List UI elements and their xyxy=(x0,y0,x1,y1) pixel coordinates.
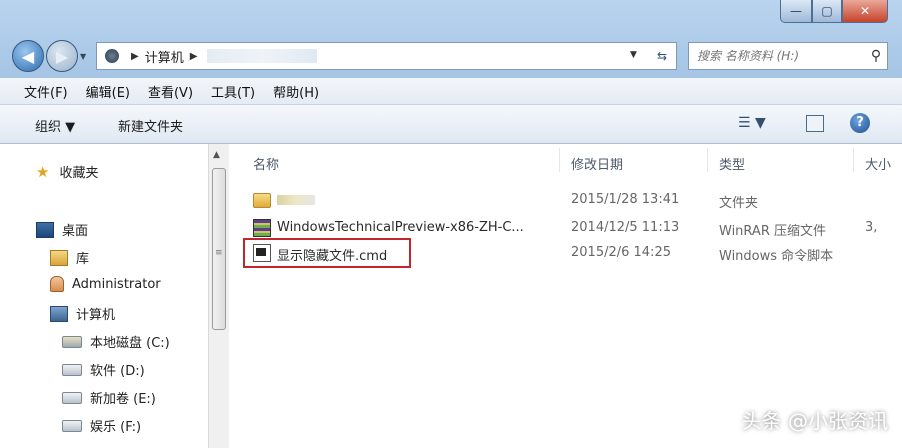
file-row[interactable]: 2015/1/28 13:41 文件夹 xyxy=(229,188,902,211)
file-row[interactable]: WindowsTechnicalPreview-x86-ZH-C... 2014… xyxy=(229,216,902,239)
breadcrumb-separator-icon[interactable]: ▶ xyxy=(131,51,139,62)
star-icon: ★ xyxy=(36,162,50,181)
scrollbar-grip-icon: ≡ xyxy=(215,248,223,258)
caption-buttons: — ▢ ✕ xyxy=(780,0,888,24)
address-dropdown-icon[interactable]: ▼ xyxy=(630,50,637,60)
tree-item-desktop[interactable]: 桌面 xyxy=(36,220,88,239)
menu-bar: 文件(F) 编辑(E) 查看(V) 工具(T) 帮助(H) xyxy=(0,78,902,105)
forward-button[interactable]: ▶ xyxy=(46,40,78,72)
tree-item-label: 软件 (D:) xyxy=(90,364,145,379)
file-list: 名称 修改日期 类型 大小 2015/1/28 13:41 文件夹 Window… xyxy=(229,144,902,448)
navigation-pane: ★ 收藏夹 桌面 库 Administrator 计算机 本地磁盘 (C:) 软… xyxy=(0,144,208,448)
menu-view[interactable]: 查看(V) xyxy=(139,82,202,101)
column-header-date[interactable]: 修改日期 xyxy=(571,154,623,173)
tree-item-drive-d[interactable]: 软件 (D:) xyxy=(62,360,145,379)
folder-icon xyxy=(253,193,271,208)
close-button[interactable]: ✕ xyxy=(842,0,888,23)
tree-item-library[interactable]: 库 xyxy=(50,248,89,267)
column-header-size[interactable]: 大小 xyxy=(865,154,891,173)
tree-item-label: 新加卷 (E:) xyxy=(90,392,156,407)
minimize-button[interactable]: — xyxy=(780,0,812,23)
file-date: 2015/2/6 14:25 xyxy=(571,245,671,260)
watermark: 头条 @小张资讯 xyxy=(741,409,888,433)
breadcrumb-separator-icon[interactable]: ▶ xyxy=(190,51,198,62)
drive-icon xyxy=(62,419,82,432)
column-header-type[interactable]: 类型 xyxy=(719,154,745,173)
refresh-button[interactable]: ⇆ xyxy=(648,42,677,70)
new-folder-button[interactable]: 新建文件夹 xyxy=(118,116,183,135)
tree-item-drive-f[interactable]: 娱乐 (F:) xyxy=(62,416,141,435)
menu-tools[interactable]: 工具(T) xyxy=(202,82,264,101)
file-type: WinRAR 压缩文件 xyxy=(719,224,826,239)
tree-item-drive-e[interactable]: 新加卷 (E:) xyxy=(62,388,156,407)
file-type: 文件夹 xyxy=(719,196,759,211)
column-header-name[interactable]: 名称 xyxy=(253,154,279,173)
system-drive-icon xyxy=(62,335,82,348)
file-date: 2015/1/28 13:41 xyxy=(571,192,680,207)
search-box[interactable]: ⚲ xyxy=(688,42,888,70)
column-divider[interactable] xyxy=(707,148,708,172)
tree-item-favorites[interactable]: ★ 收藏夹 xyxy=(36,162,99,182)
tree-item-label: 计算机 xyxy=(76,308,116,323)
tree-item-label: 娱乐 (F:) xyxy=(90,420,142,435)
file-type: Windows 命令脚本 xyxy=(719,249,834,264)
library-icon xyxy=(50,249,68,266)
navigation-pane-scrollbar[interactable]: ▲ ≡ xyxy=(208,144,230,448)
obscured-folder-name xyxy=(277,195,315,205)
tree-item-drive-c[interactable]: 本地磁盘 (C:) xyxy=(62,332,170,351)
breadcrumb-computer[interactable]: 计算机 xyxy=(145,47,184,66)
tree-item-label: 桌面 xyxy=(62,224,89,239)
recent-pages-chevron-icon[interactable]: ▼ xyxy=(80,52,86,61)
column-divider[interactable] xyxy=(853,148,854,172)
computer-icon xyxy=(50,305,68,322)
tree-item-label: 本地磁盘 (C:) xyxy=(90,336,170,351)
change-view-button[interactable]: ☰ ▼ xyxy=(738,115,766,131)
drive-icon xyxy=(62,391,82,404)
tree-item-label: 库 xyxy=(76,252,90,267)
breadcrumb-obscured[interactable] xyxy=(207,49,318,63)
highlight-box xyxy=(243,238,411,268)
computer-icon xyxy=(105,49,119,63)
search-input[interactable] xyxy=(689,48,865,64)
explorer-window: — ▢ ✕ ◀ ▶ ▼ ▶ 计算机 ▶ ▼ ⇆ ⚲ 文件(F) 编辑(E) 查看… xyxy=(0,0,902,448)
organize-button[interactable]: 组织 ▼ xyxy=(35,116,75,135)
preview-pane-icon[interactable] xyxy=(806,115,824,132)
help-button[interactable]: ? xyxy=(850,113,870,133)
tree-item-computer[interactable]: 计算机 xyxy=(50,304,115,323)
tree-item-label: Administrator xyxy=(72,276,161,292)
menu-edit[interactable]: 编辑(E) xyxy=(77,82,139,101)
command-bar: 组织 ▼ 新建文件夹 ☰ ▼ ? xyxy=(0,105,902,144)
scroll-up-arrow-icon[interactable]: ▲ xyxy=(213,150,220,160)
drive-icon xyxy=(62,363,82,376)
user-icon xyxy=(50,276,64,292)
address-bar[interactable]: ▶ 计算机 ▶ xyxy=(96,42,650,70)
file-name: WindowsTechnicalPreview-x86-ZH-C... xyxy=(277,220,524,235)
winrar-icon xyxy=(253,219,271,237)
maximize-button[interactable]: ▢ xyxy=(812,0,842,23)
back-button[interactable]: ◀ xyxy=(12,40,44,72)
column-divider[interactable] xyxy=(559,148,560,172)
tree-item-administrator[interactable]: Administrator xyxy=(50,276,161,292)
navigation-bar: ◀ ▶ ▼ ▶ 计算机 ▶ ▼ ⇆ ⚲ xyxy=(0,38,902,74)
file-size: 3, xyxy=(865,220,878,235)
menu-help[interactable]: 帮助(H) xyxy=(264,82,328,101)
tree-item-label: 收藏夹 xyxy=(59,166,99,181)
menu-file[interactable]: 文件(F) xyxy=(0,82,77,101)
desktop-icon xyxy=(36,221,54,238)
file-date: 2014/12/5 11:13 xyxy=(571,220,680,235)
search-icon[interactable]: ⚲ xyxy=(865,48,887,64)
